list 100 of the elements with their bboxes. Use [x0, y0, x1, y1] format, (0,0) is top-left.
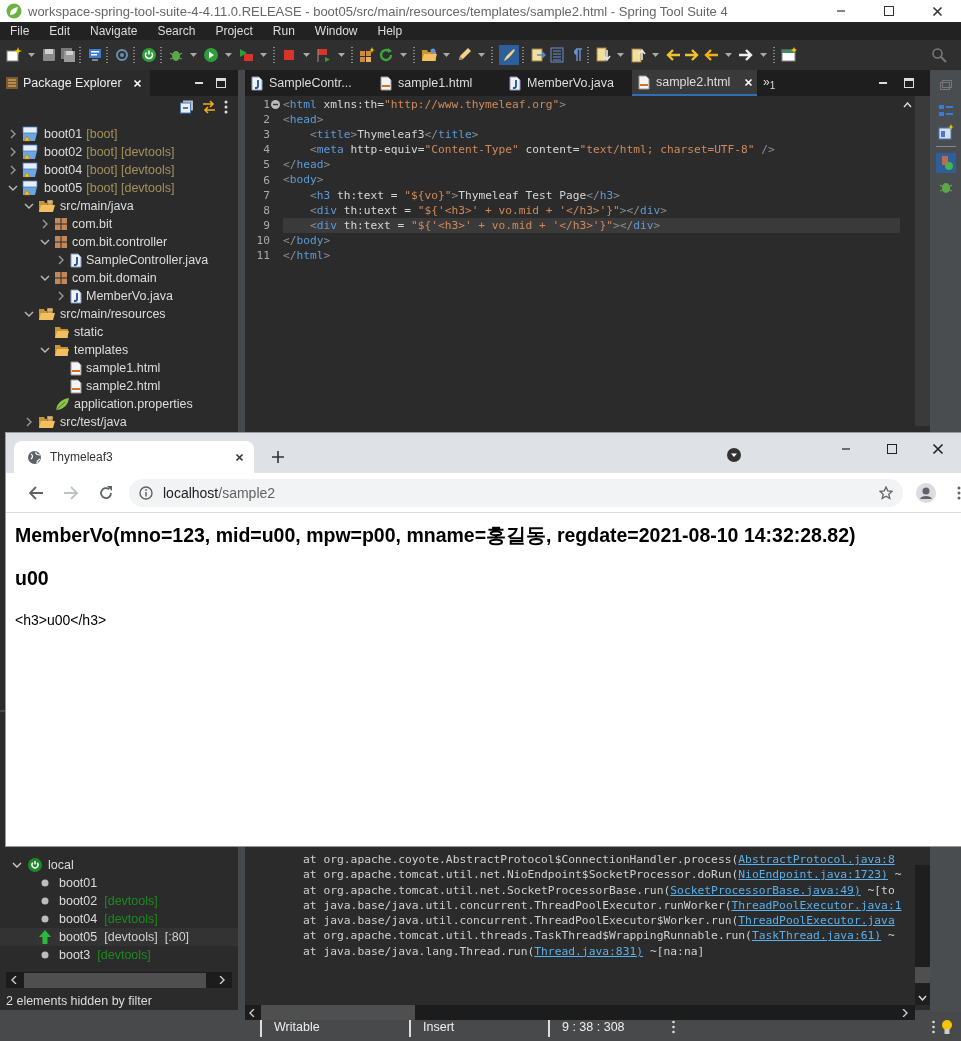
- stack-trace-link[interactable]: ThreadPoolExecutor.java: [738, 914, 895, 928]
- target-icon[interactable]: [114, 47, 130, 63]
- caret-down-icon[interactable]: [478, 53, 485, 57]
- tree-item[interactable]: com.bit: [72, 217, 113, 231]
- app-item[interactable]: boot02: [59, 894, 98, 908]
- window-icon[interactable]: [781, 47, 797, 63]
- search-icon[interactable]: [931, 47, 947, 63]
- caret-down-icon[interactable]: [260, 53, 267, 57]
- editor-tab[interactable]: MemberVo.java: [503, 70, 628, 96]
- caret-down-icon[interactable]: [652, 53, 659, 57]
- collapse-all-icon[interactable]: [180, 100, 194, 114]
- maximize-icon[interactable]: [884, 6, 894, 16]
- reload-icon[interactable]: [98, 485, 113, 500]
- menu-icon[interactable]: [957, 485, 961, 500]
- caret-down-icon[interactable]: [225, 53, 232, 57]
- view-tab[interactable]: Package Explorer: [0, 70, 150, 96]
- tree-item[interactable]: sample1.html: [86, 361, 161, 375]
- editor-tab[interactable]: sample1.html: [374, 70, 499, 96]
- caret-down-icon[interactable]: [760, 53, 767, 57]
- scroll-left-icon[interactable]: [248, 1008, 256, 1017]
- stack-trace-link[interactable]: AbstractProtocol.java:8: [738, 853, 895, 866]
- stack-trace-link[interactable]: NioEndpoint.java:1723): [738, 868, 888, 882]
- tree-item[interactable]: src/main/java: [60, 199, 134, 213]
- close-icon[interactable]: [931, 5, 943, 17]
- star-icon[interactable]: [879, 485, 893, 500]
- menu-item[interactable]: Help: [367, 24, 413, 38]
- tree-item[interactable]: sample2.html: [86, 379, 161, 393]
- stack-trace-link[interactable]: SocketProcessorBase.java:49): [670, 883, 861, 897]
- app-item[interactable]: boot3: [59, 948, 91, 962]
- more-icon[interactable]: [932, 1019, 935, 1034]
- app-item[interactable]: boot01: [59, 876, 98, 890]
- stop-icon[interactable]: [281, 47, 297, 63]
- save-icon[interactable]: [41, 47, 57, 63]
- stack-trace-link[interactable]: ThreadPoolExecutor.java:1: [731, 898, 902, 912]
- tree-item[interactable]: com.bit.domain: [72, 271, 157, 285]
- avatar-icon[interactable]: [916, 482, 936, 503]
- caret-down-icon[interactable]: [338, 53, 345, 57]
- caret-down-icon[interactable]: [190, 53, 197, 57]
- close-icon[interactable]: [932, 443, 944, 455]
- refresh-icon[interactable]: [378, 47, 394, 63]
- tree-item[interactable]: boot02: [44, 145, 83, 159]
- tree-item[interactable]: boot05: [44, 181, 83, 195]
- chevron-right-icon[interactable]: [40, 218, 50, 230]
- tree-item[interactable]: src/main/resources: [60, 307, 166, 321]
- tree-item[interactable]: MemberVo.java: [86, 289, 173, 303]
- chevron-right-icon[interactable]: [8, 128, 18, 140]
- chevron-right-icon[interactable]: [8, 164, 18, 176]
- collapse-marker-icon[interactable]: [271, 100, 280, 110]
- caret-down-icon[interactable]: [400, 53, 407, 57]
- new-window-icon[interactable]: [6, 47, 22, 63]
- menu-item[interactable]: Project: [205, 24, 263, 38]
- power-icon[interactable]: [141, 47, 157, 63]
- add-panel-icon[interactable]: [937, 124, 954, 140]
- chevron-right-icon[interactable]: [56, 254, 66, 266]
- scroll-thumb[interactable]: [915, 967, 930, 983]
- address-field[interactable]: localhost/sample2: [129, 478, 903, 507]
- save-all-icon[interactable]: [60, 47, 76, 63]
- caret-down-icon[interactable]: [303, 53, 310, 57]
- caret-down-icon[interactable]: [725, 53, 732, 57]
- chevron-right-icon[interactable]: [8, 146, 18, 158]
- brush-icon[interactable]: [499, 45, 519, 65]
- caret-down-icon[interactable]: [443, 53, 450, 57]
- horizontal-scrollbar[interactable]: [6, 972, 232, 988]
- monitor-icon[interactable]: [87, 47, 103, 63]
- vertical-scrollbar[interactable]: [915, 865, 930, 1005]
- folder-icon[interactable]: [421, 47, 437, 63]
- tree-item[interactable]: local: [48, 858, 74, 872]
- browser-tab[interactable]: Thymeleaf3: [14, 441, 254, 473]
- stack-trace-link[interactable]: TaskThread.java:61): [751, 929, 882, 943]
- lightbulb-icon[interactable]: [941, 1018, 953, 1035]
- menu-item[interactable]: Navigate: [80, 24, 148, 38]
- new-tab-icon[interactable]: [272, 451, 284, 463]
- tree-item[interactable]: boot01: [44, 127, 83, 141]
- tab-search-icon[interactable]: [727, 448, 741, 462]
- scroll-left-icon[interactable]: [10, 976, 18, 984]
- caret-down-icon[interactable]: [617, 53, 624, 57]
- arrow-right-icon[interactable]: [684, 47, 700, 63]
- tab-overflow[interactable]: »$_{1}$: [763, 74, 776, 92]
- server-icon[interactable]: [935, 153, 956, 173]
- more-icon[interactable]: [672, 1019, 675, 1034]
- scroll-right-icon[interactable]: [218, 976, 226, 984]
- arrow-up-icon[interactable]: [630, 47, 646, 63]
- menu-item[interactable]: Search: [147, 24, 206, 38]
- tree-item[interactable]: SampleController.java: [86, 253, 209, 267]
- close-icon[interactable]: [235, 452, 244, 462]
- back-arrow-icon[interactable]: [28, 485, 43, 500]
- flag-icon[interactable]: [316, 47, 332, 63]
- menu-item[interactable]: File: [0, 24, 40, 38]
- caret-down-icon[interactable]: [28, 53, 35, 57]
- chevron-right-icon[interactable]: [56, 290, 66, 302]
- play-square-icon[interactable]: [238, 47, 254, 63]
- arrow-left-icon[interactable]: [665, 47, 681, 63]
- chevron-right-icon[interactable]: [24, 416, 34, 428]
- link-arrows-icon[interactable]: [202, 100, 216, 114]
- tree-item[interactable]: boot04: [44, 163, 83, 177]
- app-item[interactable]: boot05: [59, 930, 98, 944]
- maximize-icon[interactable]: [887, 444, 897, 454]
- more-icon[interactable]: [224, 100, 228, 114]
- tree-item[interactable]: templates: [74, 343, 129, 357]
- menu-item[interactable]: Window: [304, 24, 368, 38]
